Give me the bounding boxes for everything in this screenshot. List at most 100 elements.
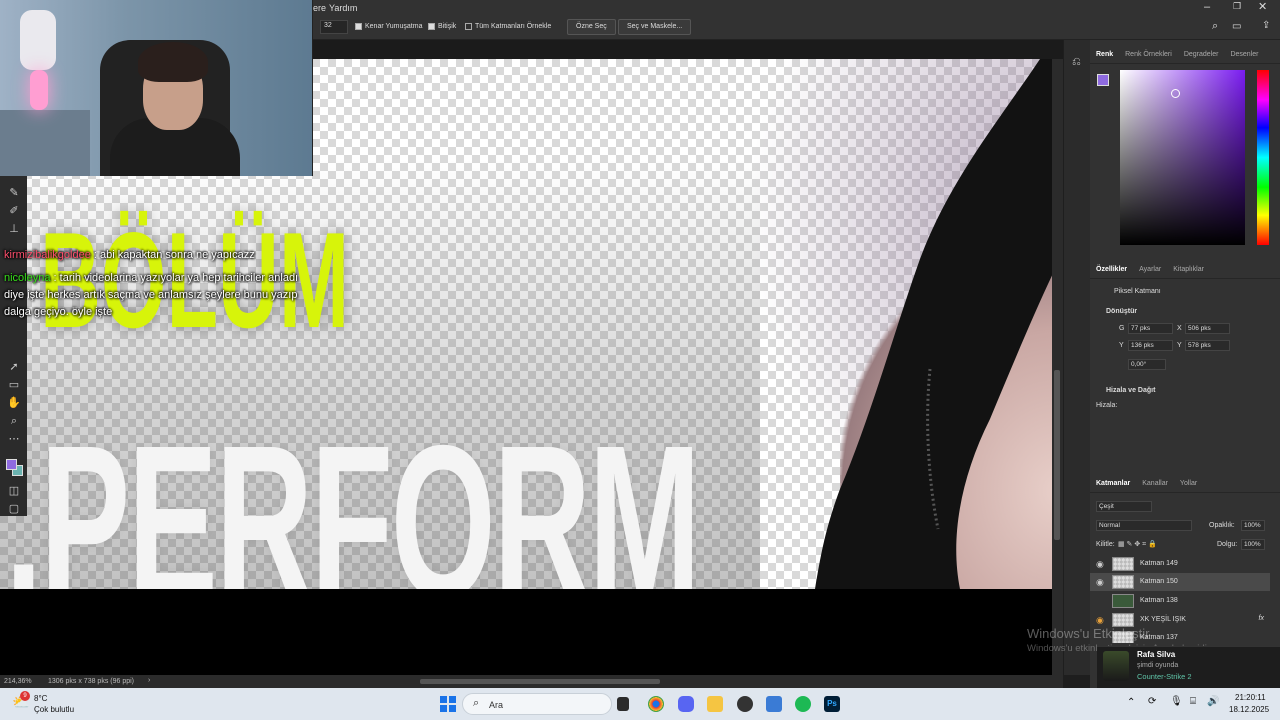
stamp-icon[interactable]: ⊥ [7,222,21,236]
minimize-icon[interactable]: – [1204,1,1210,13]
brush-icon[interactable]: ✐ [7,204,21,218]
taskbar-search[interactable]: ⌕ Ara [462,693,612,715]
layer-name[interactable]: XK YEŞİL IŞIK [1140,616,1186,623]
more-tools-icon[interactable]: ⋯ [7,432,21,446]
photoshop-icon[interactable]: Ps [824,696,840,712]
tab-channels[interactable]: Kanallar [1136,475,1174,492]
layer-name[interactable]: Katman 150 [1140,578,1178,585]
visibility-eye-icon[interactable]: ◉ [1096,577,1106,587]
color-panel-tabs: Renk Renk Örnekleri Degradeler Desenler [1090,46,1280,64]
clock-date[interactable]: 18.12.2025 [1229,705,1269,714]
quick-mask-icon[interactable]: ◫ [7,484,21,498]
document-info[interactable]: 1306 pks x 738 pks (96 ppi) [48,678,134,685]
x-field[interactable]: 506 pks [1185,323,1230,334]
chrome-icon[interactable] [648,696,664,712]
chat-message: nicoleyna : tarih videolarina yazıyolar … [4,272,299,318]
path-select-icon[interactable]: ➚ [7,360,21,374]
layer-effects-badge[interactable]: fx [1259,615,1264,622]
hue-slider[interactable] [1257,70,1269,245]
tab-layers[interactable]: Katmanlar [1090,475,1136,492]
layer-name[interactable]: Katman 138 [1140,597,1178,604]
contiguous-option[interactable]: Bitişik [428,23,456,30]
weather-temp[interactable]: 8°C [34,694,47,703]
tab-patterns[interactable]: Desenler [1224,46,1264,63]
tab-libraries[interactable]: Kitaplıklar [1167,261,1210,278]
healing-brush-icon[interactable]: ✎ [7,186,21,200]
checkbox-icon[interactable] [355,23,362,30]
lock-icon[interactable]: ▦ ✎ ✥ ⌗ 🔒 [1118,540,1157,549]
checkbox-icon[interactable] [465,23,472,30]
chat-message: kirmizibalikgoldee : abi kapaktan sonra … [4,249,255,261]
tab-color[interactable]: Renk [1090,46,1119,63]
anti-alias-option[interactable]: Kenar Yumuşatma [355,23,422,30]
photos-icon[interactable] [766,696,782,712]
tray-chevron-icon[interactable]: ⌃ [1127,697,1135,708]
tab-gradients[interactable]: Degradeler [1178,46,1225,63]
color-field[interactable] [1120,70,1245,245]
app-icon[interactable] [737,696,753,712]
status-arrow-icon[interactable]: › [148,677,150,684]
volume-icon[interactable]: 🔊 [1207,696,1219,707]
close-icon[interactable]: ✕ [1258,0,1267,13]
height-field[interactable]: 136 pks [1128,340,1173,351]
workspace-icon[interactable]: ▭ [1232,21,1241,32]
visibility-eye-icon[interactable]: ◉ [1096,615,1106,625]
visibility-eye-icon[interactable] [1096,596,1106,606]
angle-field[interactable]: 0,00° [1128,359,1166,370]
visibility-eye-icon[interactable]: ◉ [1096,559,1106,569]
share-icon[interactable]: ⇪ [1262,20,1270,31]
sample-all-option[interactable]: Tüm Katmanları Örnekle [465,23,551,30]
webcam-shelf [0,110,90,176]
fill-field[interactable]: 100% [1241,539,1265,550]
spotify-icon[interactable] [795,696,811,712]
layer-name[interactable]: Katman 149 [1140,560,1178,567]
menu-item-partial[interactable]: ere [313,3,326,13]
history-icon[interactable]: ⎌ [1072,56,1081,69]
layer-filter-select[interactable]: Çeşit [1096,501,1152,512]
vertical-scroll-track[interactable] [1052,59,1063,675]
layer-row[interactable]: ◉ Katman 149 [1090,555,1270,573]
size-field[interactable]: 32 [320,20,348,34]
foreground-color-swatch[interactable] [6,459,17,470]
panel-foreground-swatch[interactable] [1097,74,1109,86]
select-and-mask-button[interactable]: Seç ve Maskele... [618,19,692,35]
horizontal-scrollbar[interactable] [420,679,660,684]
tab-swatches[interactable]: Renk Örnekleri [1119,46,1178,63]
color-picker-cursor[interactable] [1171,89,1180,98]
menu-item-help[interactable]: Yardım [329,3,357,13]
tab-properties[interactable]: Özellikler [1090,261,1133,278]
select-subject-button[interactable]: Özne Seç [567,19,616,35]
file-explorer-icon[interactable] [707,696,723,712]
clock-time[interactable]: 21:20:11 [1235,693,1266,702]
layer-row-selected[interactable]: ◉ Katman 150 [1090,573,1270,591]
checkbox-icon[interactable] [428,23,435,30]
y-field[interactable]: 578 pks [1185,340,1230,351]
tab-adjustments[interactable]: Ayarlar [1133,261,1167,278]
restore-icon[interactable]: ❐ [1233,1,1241,12]
discord-icon[interactable] [678,696,694,712]
rectangle-icon[interactable]: ▭ [7,378,21,392]
zoom-level[interactable]: 214,36% [4,678,32,685]
tray-app-icon[interactable]: ⟳ [1148,696,1156,707]
friend-name: Rafa Silva [1137,650,1176,659]
network-icon[interactable]: ⌸ [1190,696,1196,707]
opacity-field[interactable]: 100% [1241,520,1265,531]
align-heading[interactable]: Hizala ve Dağıt [1106,387,1155,394]
tab-paths[interactable]: Yollar [1174,475,1203,492]
task-view-icon[interactable] [617,697,629,711]
microphone-icon[interactable]: 🎙 [1170,696,1183,707]
layer-row[interactable]: Katman 138 [1090,592,1270,610]
zoom-icon[interactable]: ⌕ [7,414,21,428]
vertical-scrollbar[interactable] [1054,370,1060,540]
layer-thumbnail [1112,613,1134,627]
search-icon[interactable]: ⌕ [1212,20,1218,33]
hand-icon[interactable]: ✋ [7,396,21,410]
blend-mode-select[interactable]: Normal [1096,520,1192,531]
windows-start-icon[interactable] [440,696,456,712]
perform-title: .PERFORM [5,401,701,590]
width-field[interactable]: 77 pks [1128,323,1173,334]
transform-heading[interactable]: Dönüştür [1106,308,1137,315]
screen-mode-icon[interactable]: ▢ [7,502,21,516]
layer-thumbnail [1112,557,1134,571]
weather-desc[interactable]: Çok bulutlu [34,705,74,714]
